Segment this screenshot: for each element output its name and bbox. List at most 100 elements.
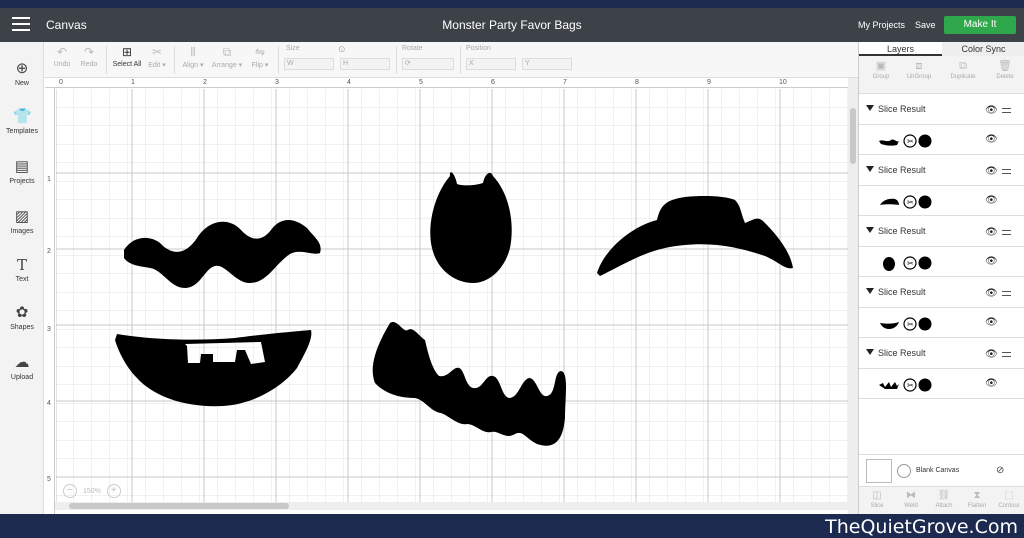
sidebar-item-upload[interactable]: ☁ Upload [0, 354, 44, 381]
contour-button[interactable]: ⬚ Contour [993, 490, 1024, 509]
canvas-area[interactable]: 0 1 2 3 4 5 6 7 8 9 10 1 2 3 4 5 − 150% … [45, 78, 848, 514]
sidebar-item-images[interactable]: ▨ Images [0, 208, 44, 235]
site-watermark: TheQuietGrove.Com [825, 516, 1018, 538]
zoom-in-button[interactable]: + [106, 484, 121, 499]
layer-row[interactable]: ✂ 👁 [859, 125, 1024, 155]
collapse-triangle-icon[interactable] [866, 105, 874, 111]
y-field[interactable]: Y [522, 58, 572, 70]
eye-icon[interactable]: 👁 [985, 289, 998, 299]
undo-icon: ↶ [56, 45, 68, 59]
layer-row[interactable]: ✂ 👁 [859, 247, 1024, 277]
duplicate-button[interactable]: ⧉ Duplicate [943, 60, 983, 80]
horizontal-scrollbar[interactable] [55, 502, 848, 510]
duplicate-icon: ⧉ [959, 60, 967, 72]
vertical-scrollbar[interactable] [848, 78, 858, 514]
eye-icon[interactable]: 👁 [985, 318, 998, 328]
eye-icon[interactable]: 👁 [985, 196, 998, 206]
collapse-triangle-icon[interactable] [866, 349, 874, 355]
sidebar-item-text[interactable]: T Text [0, 256, 44, 283]
redo-icon: ↷ [83, 45, 95, 59]
height-field[interactable]: H [340, 58, 390, 70]
layer-group-header[interactable]: Slice Result 👁 [859, 216, 1024, 247]
scrollbar-thumb[interactable] [850, 108, 856, 164]
collapse-triangle-icon[interactable] [866, 288, 874, 294]
plus-circle-icon: ⊕ [15, 60, 29, 77]
zoom-out-button[interactable]: − [63, 484, 77, 499]
layer-group-header[interactable]: Slice Result 👁 [859, 155, 1024, 186]
arrange-icon: ⧉ [222, 45, 232, 59]
sidebar-item-projects[interactable]: ▤ Projects [0, 158, 44, 185]
blank-canvas-row[interactable]: Blank Canvas ⊘ [859, 454, 1024, 486]
layer-row[interactable]: ✂ 👁 [859, 308, 1024, 338]
top-border [0, 0, 1024, 8]
tab-layers[interactable]: Layers [859, 42, 942, 56]
width-field[interactable]: W [284, 58, 334, 70]
bat-head-shape [430, 172, 512, 283]
rotate-label: Rotate [402, 45, 423, 52]
layer-group-header[interactable]: Slice Result 👁 [859, 338, 1024, 369]
jagged-mouth-shape [372, 321, 566, 446]
layer-group-header[interactable]: Slice Result 👁 [859, 277, 1024, 308]
contour-icon: ⬚ [1004, 490, 1014, 501]
eye-icon[interactable]: 👁 [985, 135, 998, 145]
select-all-button[interactable]: ⊞ Select All [112, 46, 142, 68]
slice-button[interactable]: ◫ Slice [861, 490, 893, 509]
sidebar-item-templates[interactable]: 👕 Templates [0, 108, 44, 135]
eye-icon[interactable]: 👁 [985, 167, 998, 177]
drag-handle-icon[interactable] [1002, 108, 1011, 113]
collapse-triangle-icon[interactable] [866, 227, 874, 233]
rotate-field[interactable]: ⟳ [402, 58, 454, 70]
design-space-window: Canvas Monster Party Favor Bags My Proje… [0, 8, 1024, 514]
color-swatch [918, 195, 932, 209]
left-sidebar: ⊕ New 👕 Templates ▤ Projects ▨ Images T Text … [0, 42, 44, 514]
layer-title: Slice Result [878, 226, 926, 236]
ungroup-icon: ⧈ [915, 60, 923, 72]
layer-group-header[interactable]: Slice Result 👁 [859, 94, 1024, 125]
canvas-color-circle[interactable] [897, 464, 911, 478]
weld-button[interactable]: ⧓ Weld [895, 490, 927, 509]
align-button[interactable]: ⫴ Align ▾ [180, 46, 206, 69]
collapse-triangle-icon[interactable] [866, 166, 874, 172]
eye-icon[interactable]: 👁 [985, 257, 998, 267]
ungroup-button[interactable]: ⧈ UnGroup [899, 60, 939, 80]
eye-icon[interactable]: 👁 [985, 350, 998, 360]
divider [460, 46, 461, 74]
arrange-button[interactable]: ⧉ Arrange ▾ [210, 46, 244, 69]
scrollbar-thumb[interactable] [69, 503, 289, 509]
sidebar-item-shapes[interactable]: ✿ Shapes [0, 304, 44, 331]
flatten-button[interactable]: ⧗ Flatten [961, 490, 993, 509]
layer-row[interactable]: ✂ 👁 [859, 186, 1024, 216]
make-it-button[interactable]: Make It [944, 16, 1016, 34]
eye-icon[interactable]: 👁 [985, 228, 998, 238]
attach-button[interactable]: ⛓ Attach [928, 490, 960, 509]
save-link[interactable]: Save [915, 20, 936, 30]
drag-handle-icon[interactable] [1002, 169, 1011, 174]
tab-color-sync[interactable]: Color Sync [942, 42, 1024, 56]
eye-icon[interactable]: 👁 [985, 106, 998, 116]
layer-thumbnail [880, 198, 899, 205]
flatten-icon: ⧗ [973, 490, 981, 501]
drag-handle-icon[interactable] [1002, 352, 1011, 357]
drag-handle-icon[interactable] [1002, 291, 1011, 296]
layer-row[interactable]: ✂ 👁 [859, 369, 1024, 399]
sidebar-item-new[interactable]: ⊕ New [0, 60, 44, 87]
design-shapes[interactable] [45, 78, 848, 514]
group-button[interactable]: ▣ Group [861, 60, 901, 80]
app-header: Canvas Monster Party Favor Bags My Proje… [0, 8, 1024, 42]
redo-button[interactable]: ↷ Redo [78, 46, 100, 68]
delete-button[interactable]: 🗑 Delete [985, 60, 1024, 80]
layer-actions: ◫ Slice ⧓ Weld ⛓ Attach ⧗ Flatten ⬚ Contour [859, 486, 1024, 514]
undo-button[interactable]: ↶ Undo [52, 46, 72, 68]
lock-icon[interactable]: ⊙ [338, 44, 346, 55]
hidden-eye-icon[interactable]: ⊘ [996, 465, 1004, 476]
blank-canvas-swatch[interactable] [866, 459, 892, 483]
fanged-smile-shape [115, 330, 312, 407]
my-projects-link[interactable]: My Projects [858, 20, 905, 30]
zoom-level: 150% [82, 488, 101, 495]
layer-title: Slice Result [878, 104, 926, 114]
flip-button[interactable]: ⇋ Flip ▾ [248, 46, 272, 69]
drag-handle-icon[interactable] [1002, 230, 1011, 235]
edit-button[interactable]: ✂ Edit ▾ [146, 46, 168, 69]
x-field[interactable]: X [466, 58, 516, 70]
eye-icon[interactable]: 👁 [985, 379, 998, 389]
